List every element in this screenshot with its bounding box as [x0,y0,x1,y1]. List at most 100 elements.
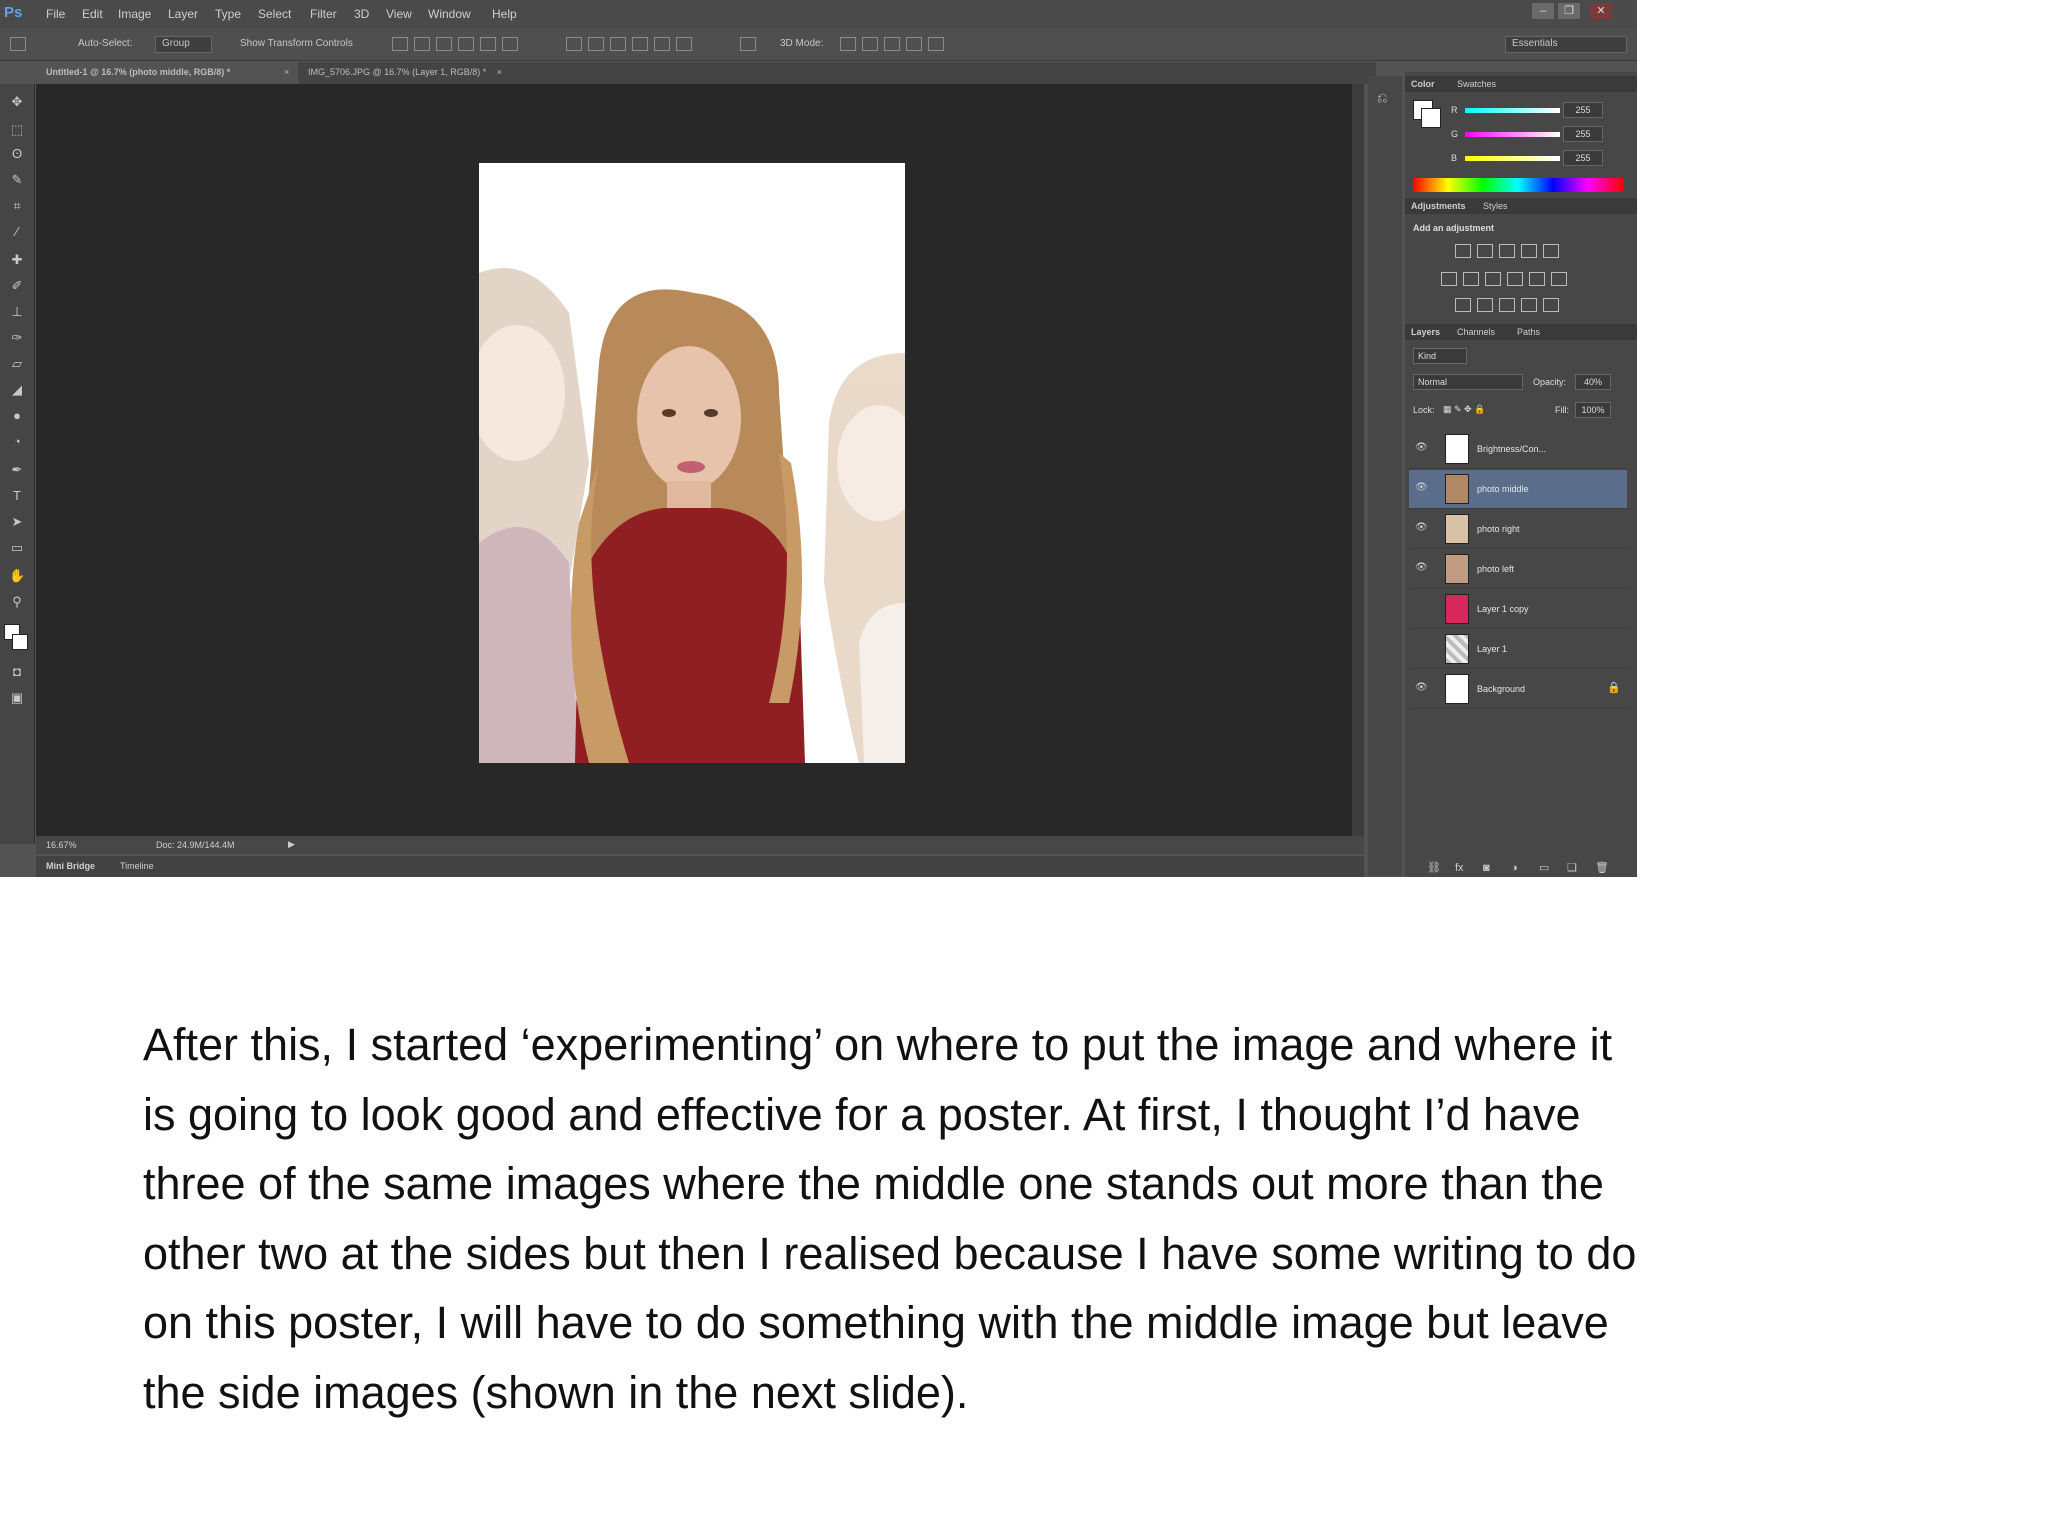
hand-tool-icon[interactable]: ✋ [9,568,25,584]
visibility-eye-icon[interactable]: 👁 [1415,482,1428,494]
quick-mask-icon[interactable]: ◘ [9,664,25,680]
3d-slide-icon[interactable] [906,37,922,51]
tab-layers[interactable]: Layers [1411,326,1440,338]
restore-button[interactable]: ❐ [1558,3,1580,19]
workspace-dropdown[interactable]: Essentials [1505,36,1627,53]
distribute-left-icon[interactable] [632,37,648,51]
new-group-icon[interactable]: ▭ [1539,862,1549,874]
curves-icon[interactable] [1499,244,1515,258]
zoom-level[interactable]: 16.67% [46,839,77,851]
color-balance-icon[interactable] [1463,272,1479,286]
history-icon[interactable]: ⎌ [1377,90,1387,106]
tab-channels[interactable]: Channels [1457,326,1495,338]
visibility-eye-icon[interactable]: 👁 [1415,562,1428,574]
canvas-vertical-scrollbar[interactable] [1352,84,1364,836]
align-center-icon[interactable] [480,37,496,51]
tab-swatches[interactable]: Swatches [1457,78,1496,90]
pen-tool-icon[interactable]: ✒ [9,462,25,478]
menu-file[interactable]: File [46,6,65,22]
distribute-bottom-icon[interactable] [610,37,626,51]
background-color-swatch[interactable] [12,634,28,650]
clone-stamp-tool-icon[interactable]: ⊥ [9,304,25,320]
new-layer-icon[interactable]: ❏ [1567,862,1577,874]
posterize-icon[interactable] [1477,298,1493,312]
delete-layer-icon[interactable]: 🗑 [1595,862,1609,874]
tab-timeline[interactable]: Timeline [120,860,154,872]
align-left-icon[interactable] [458,37,474,51]
visibility-eye-off-icon[interactable] [1415,602,1427,614]
status-menu-arrow-icon[interactable]: ▶ [288,838,295,850]
fill-input[interactable]: 100% [1575,402,1611,418]
gradient-tool-icon[interactable]: ◢ [9,382,25,398]
blue-value-input[interactable]: 255 [1563,150,1603,166]
distribute-center-icon[interactable] [654,37,670,51]
invert-icon[interactable] [1455,298,1471,312]
layer-row[interactable]: 👁 photo right [1409,510,1627,549]
tab-mini-bridge[interactable]: Mini Bridge [46,860,95,872]
close-button[interactable]: ✕ [1590,3,1612,19]
brush-tool-icon[interactable]: ✐ [9,278,25,294]
canvas-area[interactable] [36,84,1352,836]
screen-mode-icon[interactable]: ▣ [9,690,25,706]
auto-select-dropdown[interactable]: Group [155,36,212,53]
brightness-contrast-icon[interactable] [1455,244,1471,258]
color-spectrum-ramp[interactable] [1413,178,1623,192]
color-lookup-icon[interactable] [1551,272,1567,286]
move-tool-preset-icon[interactable] [10,37,26,51]
history-brush-tool-icon[interactable]: ✑ [9,330,25,346]
auto-align-layers-icon[interactable] [740,37,756,51]
align-top-icon[interactable] [392,37,408,51]
new-adjustment-layer-icon[interactable]: ◑ [1511,862,1518,874]
blur-tool-icon[interactable]: ● [9,408,25,424]
path-select-tool-icon[interactable]: ➤ [9,514,25,530]
link-layers-icon[interactable]: ⛓ [1427,862,1441,874]
channel-mixer-icon[interactable] [1529,272,1545,286]
3d-pan-icon[interactable] [884,37,900,51]
zoom-tool-icon[interactable]: ⚲ [9,594,25,610]
green-slider[interactable] [1465,132,1560,137]
menu-filter[interactable]: Filter [310,6,337,22]
3d-roll-icon[interactable] [862,37,878,51]
marquee-tool-icon[interactable]: ⬚ [9,122,25,138]
distribute-middle-icon[interactable] [588,37,604,51]
menu-help[interactable]: Help [492,6,517,22]
eyedropper-tool-icon[interactable]: ⁄ [9,224,25,240]
red-value-input[interactable]: 255 [1563,102,1603,118]
close-tab-icon[interactable]: × [497,67,502,77]
menu-window[interactable]: Window [428,6,471,22]
tab-color[interactable]: Color [1411,78,1435,90]
visibility-eye-off-icon[interactable] [1415,642,1427,654]
layer-style-icon[interactable]: fx [1455,862,1464,874]
photo-filter-icon[interactable] [1507,272,1523,286]
type-tool-icon[interactable]: T [9,488,25,504]
layer-row[interactable]: 👁 Brightness/Con... [1409,430,1627,469]
show-transform-controls-checkbox[interactable]: Show Transform Controls [240,37,353,51]
opacity-input[interactable]: 40% [1575,374,1611,390]
tab-untitled-1[interactable]: Untitled-1 @ 16.7% (photo middle, RGB/8)… [36,62,298,84]
vibrance-icon[interactable] [1543,244,1559,258]
menu-view[interactable]: View [386,6,412,22]
exposure-icon[interactable] [1521,244,1537,258]
lock-pixels-icon[interactable]: ▦ ✎ ✥ 🔒 [1443,403,1485,415]
menu-layer[interactable]: Layer [168,6,198,22]
menu-type[interactable]: Type [215,6,241,22]
minimize-button[interactable]: – [1532,3,1554,19]
move-tool-icon[interactable]: ✥ [9,94,25,110]
3d-rotate-icon[interactable] [840,37,856,51]
layer-row[interactable]: 👁 Background 🔒 [1409,670,1627,709]
distribute-top-icon[interactable] [566,37,582,51]
gradient-map-icon[interactable] [1521,298,1537,312]
menu-select[interactable]: Select [258,6,291,22]
hue-saturation-icon[interactable] [1441,272,1457,286]
dodge-tool-icon[interactable]: ◔ [9,434,25,450]
close-tab-icon[interactable]: × [284,66,289,79]
3d-scale-icon[interactable] [928,37,944,51]
layer-row[interactable]: 👁 photo left [1409,550,1627,589]
tab-adjustments[interactable]: Adjustments [1411,200,1466,212]
align-right-icon[interactable] [502,37,518,51]
crop-tool-icon[interactable]: ⌗ [9,198,25,214]
blue-slider[interactable] [1465,156,1560,161]
menu-image[interactable]: Image [118,6,151,22]
lasso-tool-icon[interactable]: ʘ [9,146,25,162]
background-color-swatch[interactable] [1421,108,1441,128]
